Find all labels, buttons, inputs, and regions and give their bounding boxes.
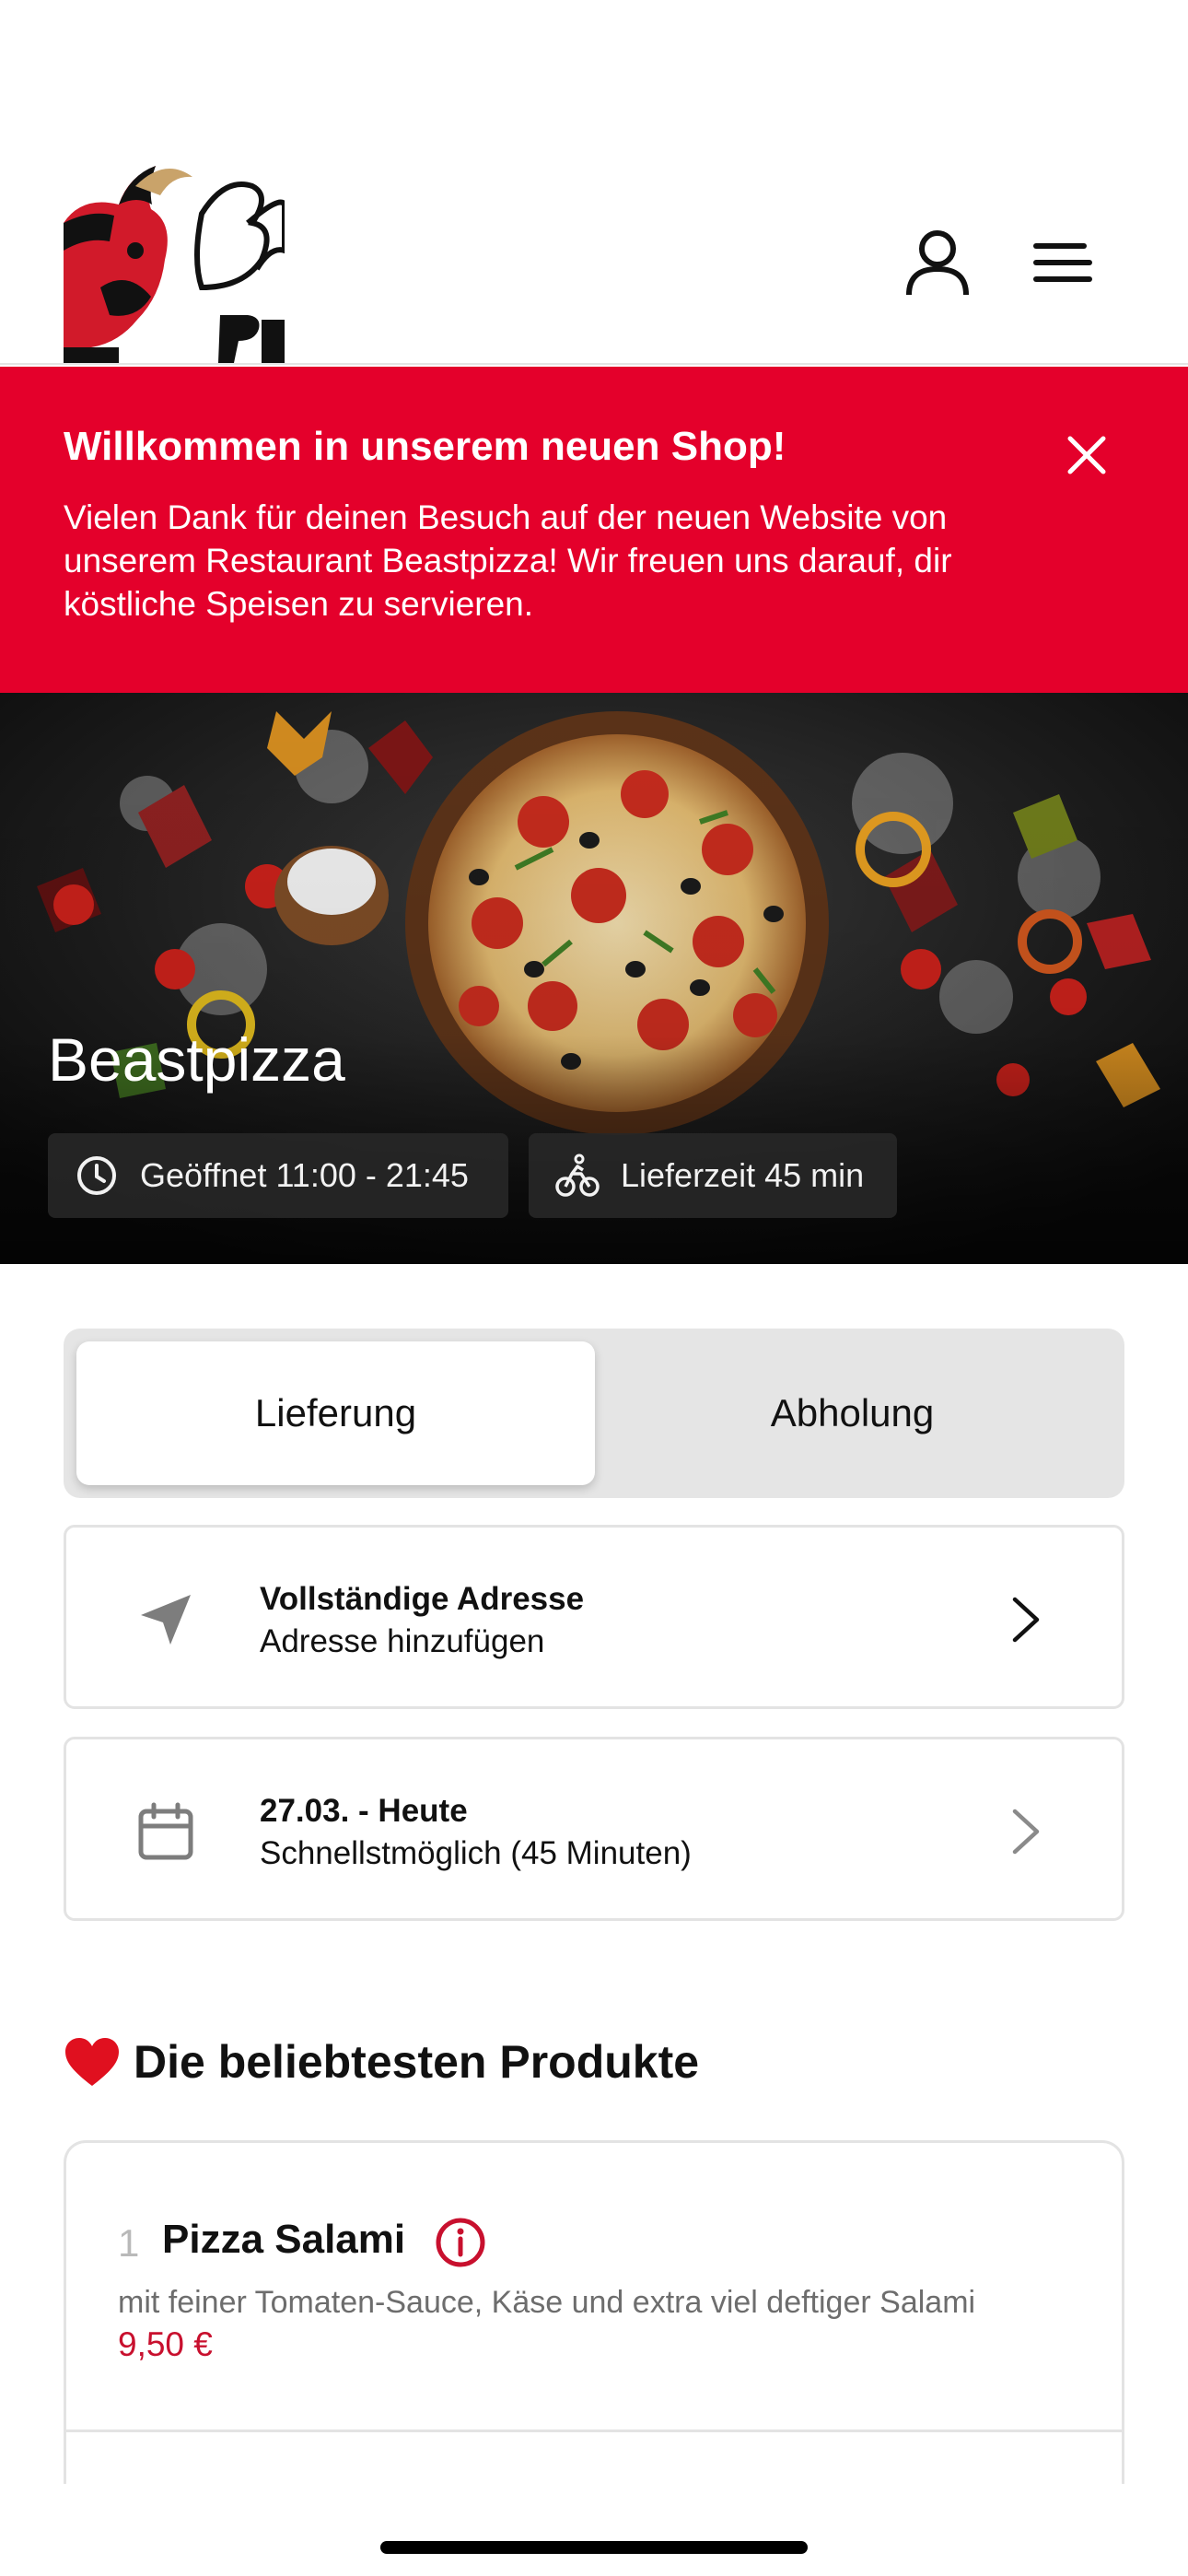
info-icon[interactable] bbox=[435, 2217, 486, 2268]
calendar-icon bbox=[131, 1797, 201, 1867]
tab-lieferung[interactable]: Lieferung bbox=[76, 1341, 595, 1485]
tab-abholung[interactable]: Abholung bbox=[593, 1341, 1112, 1485]
home-indicator[interactable] bbox=[380, 2541, 808, 2554]
delivery-time-text: Lieferzeit 45 min bbox=[621, 1156, 865, 1194]
order-mode-toggle: Lieferung Abholung bbox=[64, 1329, 1124, 1498]
address-subtitle: Adresse hinzufügen bbox=[260, 1623, 545, 1659]
date-subtitle: Schnellstmöglich (45 Minuten) bbox=[260, 1835, 692, 1871]
location-arrow-icon bbox=[131, 1585, 201, 1655]
address-title: Vollständige Adresse bbox=[260, 1581, 585, 1617]
hero-banner: Beastpizza Geöffnet 11:00 - 21:45 Liefer… bbox=[0, 693, 1188, 1264]
heart-icon bbox=[64, 2036, 121, 2088]
banner-title: Willkommen in unserem neuen Shop! bbox=[64, 424, 786, 469]
chevron-right-icon bbox=[998, 1802, 1054, 1861]
user-icon[interactable] bbox=[896, 221, 979, 304]
close-icon[interactable] bbox=[1059, 427, 1114, 483]
delivery-time-chip: Lieferzeit 45 min bbox=[529, 1133, 897, 1218]
product-rank: 1 bbox=[118, 2221, 140, 2265]
product-list: 1 Pizza Salami mit feiner Tomaten-Sauce,… bbox=[64, 2140, 1124, 2484]
clock-icon bbox=[74, 1153, 120, 1199]
product-name: Pizza Salami bbox=[162, 2217, 406, 2262]
popular-products-title: Die beliebtesten Produkte bbox=[134, 2036, 700, 2088]
header bbox=[0, 0, 1188, 365]
welcome-banner: Willkommen in unserem neuen Shop! Vielen… bbox=[0, 367, 1188, 693]
opening-hours-chip: Geöffnet 11:00 - 21:45 bbox=[48, 1133, 508, 1218]
date-title: 27.03. - Heute bbox=[260, 1793, 468, 1829]
popular-products-heading: Die beliebtesten Produkte bbox=[64, 2030, 699, 2094]
menu-icon[interactable] bbox=[1021, 221, 1104, 304]
delivery-date-selector[interactable]: 27.03. - Heute Schnellstmöglich (45 Minu… bbox=[64, 1737, 1124, 1921]
restaurant-name: Beastpizza bbox=[48, 1025, 345, 1094]
opening-hours-text: Geöffnet 11:00 - 21:45 bbox=[140, 1156, 469, 1194]
bike-delivery-icon bbox=[554, 1153, 600, 1199]
chevron-right-icon bbox=[998, 1590, 1054, 1649]
list-item[interactable]: 1 Pizza Salami mit feiner Tomaten-Sauce,… bbox=[66, 2143, 1122, 2432]
restaurant-logo[interactable] bbox=[64, 158, 285, 363]
product-price: 9,50 € bbox=[118, 2325, 213, 2363]
product-description: mit feiner Tomaten-Sauce, Käse und extra… bbox=[118, 2285, 976, 2320]
banner-text: Vielen Dank für deinen Besuch auf der ne… bbox=[64, 498, 952, 623]
address-selector[interactable]: Vollständige Adresse Adresse hinzufügen bbox=[64, 1525, 1124, 1709]
